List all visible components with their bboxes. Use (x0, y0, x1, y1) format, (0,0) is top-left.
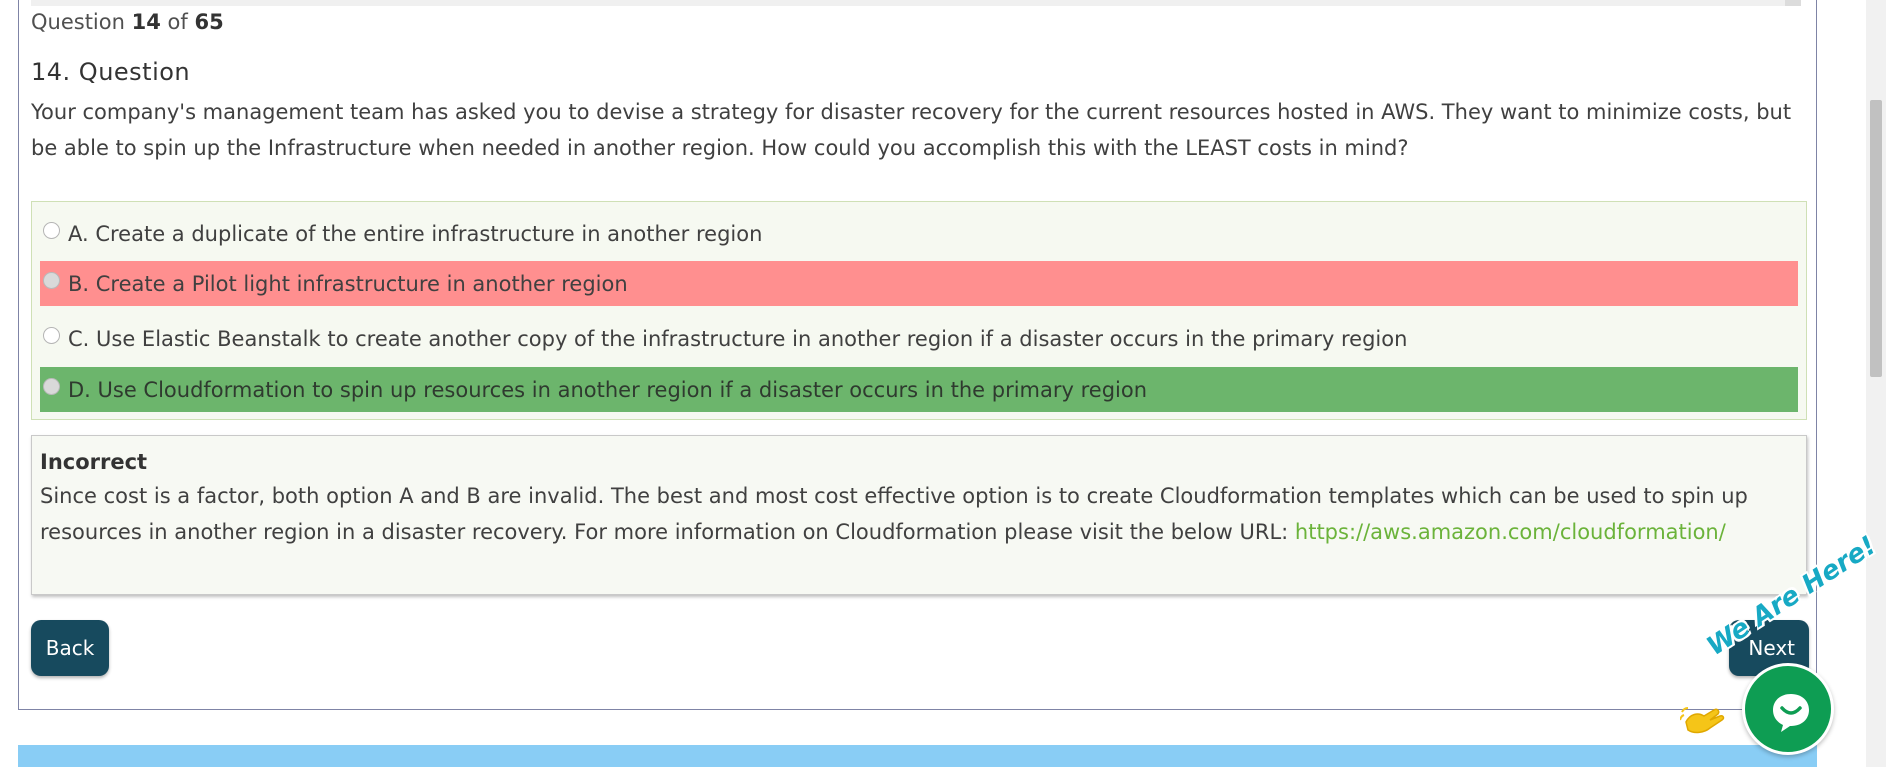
answer-label-d: D. Use Cloudformation to spin up resourc… (68, 377, 1148, 402)
question-text: Your company's management team has asked… (31, 100, 1792, 160)
counter-separator: of (167, 10, 188, 34)
chat-icon (1773, 694, 1809, 732)
answer-list: A. Create a duplicate of the entire infr… (31, 201, 1807, 420)
waving-hand-icon (1680, 707, 1725, 734)
question-title: 14. Question (31, 58, 191, 86)
back-button[interactable]: Back (31, 620, 109, 676)
radio-button-a[interactable] (43, 222, 60, 239)
bottom-banner (18, 745, 1817, 767)
counter-current: 14 (131, 10, 161, 34)
answer-option-b[interactable]: B. Create a Pilot light infrastructure i… (40, 261, 1798, 306)
answer-label-b: B. Create a Pilot light infrastructure i… (68, 271, 628, 296)
counter-total: 65 (194, 10, 224, 34)
scrollbar-thumb[interactable] (1870, 100, 1882, 377)
explanation-text: Since cost is a factor, both option A an… (40, 478, 1798, 550)
result-title: Incorrect (40, 450, 148, 474)
radio-button-b[interactable] (43, 272, 60, 289)
explanation-box: Incorrect Since cost is a factor, both o… (31, 435, 1807, 595)
answer-option-a[interactable]: A. Create a duplicate of the entire infr… (40, 211, 1798, 256)
explanation-link[interactable]: https://aws.amazon.com/cloudformation/ (1295, 520, 1726, 544)
answer-label-a: A. Create a duplicate of the entire infr… (68, 221, 763, 246)
chat-open-button[interactable] (1742, 663, 1834, 755)
answer-label-c: C. Use Elastic Beanstalk to create anoth… (68, 326, 1408, 351)
top-scroll-strip[interactable] (31, 0, 1801, 6)
top-scroll-handle[interactable] (1785, 0, 1801, 6)
answer-option-c[interactable]: C. Use Elastic Beanstalk to create anoth… (40, 316, 1798, 361)
question-counter: Question 14 of 65 (31, 10, 224, 34)
chat-widget[interactable]: We Are Here! (1680, 531, 1882, 767)
counter-prefix: Question (31, 10, 125, 34)
radio-button-c[interactable] (43, 327, 60, 344)
radio-button-d[interactable] (43, 378, 60, 395)
quiz-panel: Question 14 of 65 14. Question Your comp… (18, 0, 1817, 710)
answer-option-d[interactable]: D. Use Cloudformation to spin up resourc… (40, 367, 1798, 412)
